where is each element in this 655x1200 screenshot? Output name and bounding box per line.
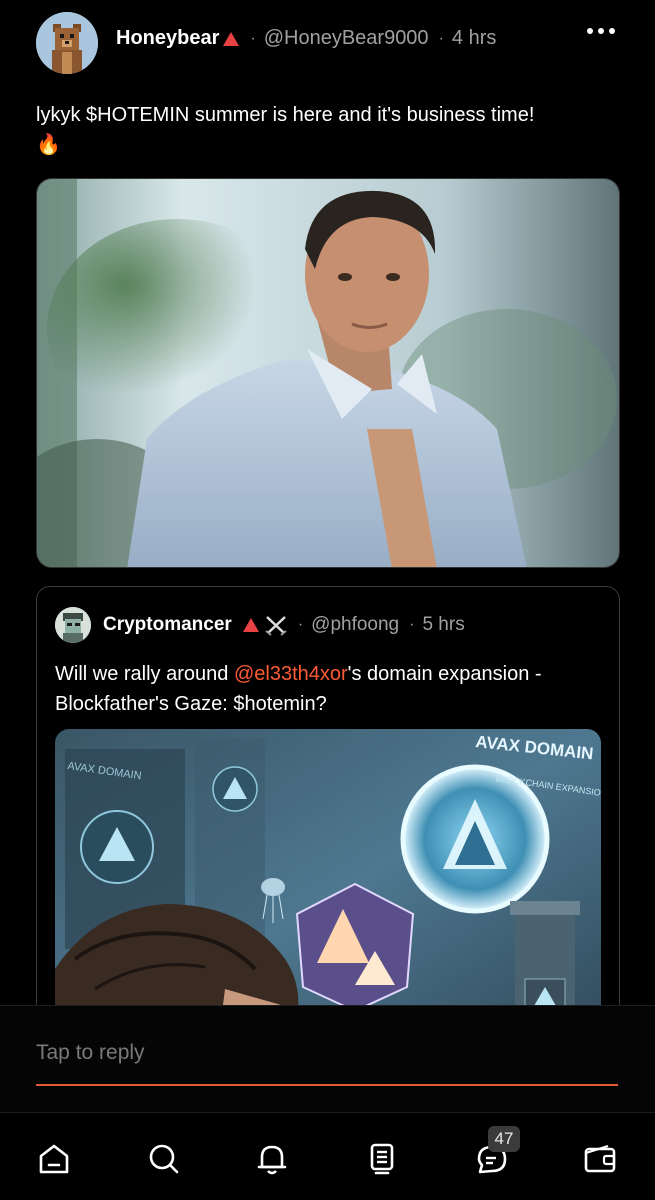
- separator-dot: ·: [250, 29, 256, 47]
- quoted-text: Will we rally around @el33th4xor's domai…: [55, 659, 605, 719]
- quoted-author-name[interactable]: Cryptomancer: [103, 614, 232, 636]
- home-icon[interactable]: [36, 1141, 72, 1177]
- chat-badge: 47: [488, 1126, 520, 1152]
- post-text: lykyk $HOTEMIN summer is here and it's b…: [36, 100, 626, 160]
- more-horizontal-icon[interactable]: [585, 24, 617, 38]
- quoted-avatar[interactable]: [55, 607, 91, 643]
- author-name[interactable]: Honeybear: [116, 27, 219, 50]
- reply-input[interactable]: Tap to reply: [36, 1038, 618, 1086]
- bottom-nav: [0, 1112, 655, 1200]
- reply-bar: Tap to reply: [0, 1005, 655, 1115]
- quoted-author-handle[interactable]: @phfoong: [311, 614, 399, 636]
- separator-dot: ·: [297, 616, 304, 633]
- wallet-icon[interactable]: [582, 1141, 618, 1177]
- red-triangle-icon: [242, 618, 259, 632]
- mention-link[interactable]: @el33th4xor: [234, 663, 348, 685]
- feed-icon[interactable]: [364, 1141, 400, 1177]
- author-handle[interactable]: @HoneyBear9000: [264, 27, 429, 50]
- quoted-author-line: Cryptomancer · @phfoong · 5 hrs: [103, 614, 465, 636]
- quoted-post[interactable]: Cryptomancer · @phfoong · 5 hrs Will we …: [36, 586, 620, 1066]
- quoted-timestamp: 5 hrs: [422, 614, 465, 635]
- author-line: Honeybear · @HoneyBear9000 · 4 hrs: [116, 27, 496, 50]
- post-body: lykyk $HOTEMIN summer is here and it's b…: [36, 104, 535, 126]
- quoted-text-part: Will we rally around: [55, 663, 234, 685]
- avatar[interactable]: [36, 12, 98, 74]
- post-timestamp: 4 hrs: [451, 27, 497, 49]
- red-triangle-icon: [223, 31, 240, 46]
- fire-emoji: 🔥: [36, 134, 61, 156]
- search-icon[interactable]: [146, 1141, 182, 1177]
- crossed-swords-icon: [265, 616, 287, 636]
- separator-dot: ·: [438, 29, 444, 47]
- notifications-icon[interactable]: [254, 1141, 290, 1177]
- post-image[interactable]: [36, 178, 620, 568]
- separator-dot: ·: [409, 616, 415, 633]
- post-header: Honeybear · @HoneyBear9000 · 4 hrs: [36, 12, 619, 76]
